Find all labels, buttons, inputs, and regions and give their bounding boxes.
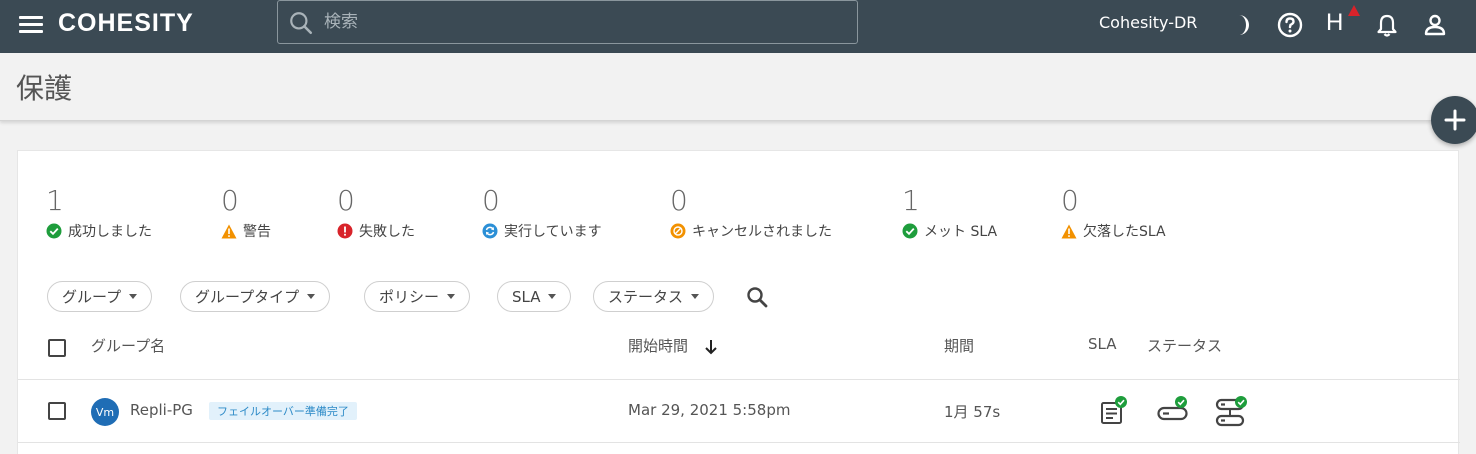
column-header-duration[interactable]: 期間 xyxy=(944,335,974,356)
filter-label: ステータス xyxy=(608,288,684,306)
caret-down-icon xyxy=(129,294,138,299)
failover-ready-badge: フェイルオーバー準備完了 xyxy=(209,402,357,420)
caret-down-icon xyxy=(691,294,700,299)
user-icon[interactable] xyxy=(1421,11,1449,39)
cluster-name[interactable]: Cohesity-DR xyxy=(1099,13,1197,32)
app-logo[interactable]: COHESITY xyxy=(58,9,194,38)
filter-status[interactable]: ステータス xyxy=(593,281,715,312)
cancelled-icon xyxy=(670,223,686,239)
top-bar: COHESITY Cohesity-DR H xyxy=(0,0,1476,53)
duration-cell: 1月 57s xyxy=(944,403,1001,421)
alert-icon xyxy=(1348,5,1360,16)
stat-warning[interactable]: 0 警告 xyxy=(221,184,271,241)
stat-missed-sla[interactable]: 0 欠落したSLA xyxy=(1061,184,1166,241)
sort-descending-icon[interactable] xyxy=(704,339,718,355)
stat-value: 1 xyxy=(46,184,64,217)
row-checkbox[interactable] xyxy=(48,402,66,420)
table-row[interactable]: Vm Repli-PG フェイルオーバー準備完了 Mar 29, 2021 5:… xyxy=(18,380,1460,443)
success-check-icon xyxy=(902,223,918,239)
stat-value: 0 xyxy=(670,184,688,217)
help-icon[interactable] xyxy=(1276,11,1304,39)
stat-value: 0 xyxy=(221,184,239,217)
filter-label: グループタイプ xyxy=(195,288,300,306)
success-check-icon xyxy=(46,223,62,239)
protection-groups-card: 1 成功しました 0 警告 0 失敗した 0 実行しています 0 キャンセルされ… xyxy=(17,150,1460,454)
stat-succeeded[interactable]: 1 成功しました xyxy=(46,184,152,241)
search-icon[interactable] xyxy=(745,285,769,309)
start-time-cell: Mar 29, 2021 5:58pm xyxy=(628,401,791,419)
stat-value: 0 xyxy=(337,184,355,217)
column-header-sla[interactable]: SLA xyxy=(1088,335,1116,353)
stat-value: 0 xyxy=(482,184,500,217)
select-all-checkbox[interactable] xyxy=(48,339,66,357)
sla-met-icon[interactable] xyxy=(1100,396,1130,426)
column-header-status[interactable]: ステータス xyxy=(1147,335,1222,356)
warning-icon xyxy=(1061,224,1077,238)
filter-group-type[interactable]: グループタイプ xyxy=(180,281,331,312)
helios-button[interactable]: H xyxy=(1326,9,1343,37)
filter-label: SLA xyxy=(512,287,541,306)
stat-label: 実行しています xyxy=(504,224,602,240)
stat-met-sla[interactable]: 1 メット SLA xyxy=(902,184,997,241)
backup-status-icon[interactable] xyxy=(1157,396,1191,426)
stat-value: 1 xyxy=(902,184,920,217)
table-header: グループ名 開始時間 期間 SLA ステータス xyxy=(18,326,1460,380)
global-search[interactable] xyxy=(277,0,858,44)
filter-label: ポリシー xyxy=(379,288,440,306)
caret-down-icon xyxy=(307,294,316,299)
warning-icon xyxy=(221,224,237,238)
stat-label: 失敗した xyxy=(359,224,415,240)
stat-label: キャンセルされました xyxy=(692,224,832,240)
replication-status-icon[interactable] xyxy=(1215,396,1249,428)
stat-failed[interactable]: 0 失敗した xyxy=(337,184,415,241)
group-name-link[interactable]: Repli-PG xyxy=(130,401,193,419)
dark-mode-icon[interactable] xyxy=(1228,11,1256,39)
search-icon xyxy=(290,12,313,35)
vm-avatar: Vm xyxy=(91,398,119,426)
running-sync-icon xyxy=(482,223,498,239)
plus-icon xyxy=(1443,108,1467,136)
column-header-start-time[interactable]: 開始時間 xyxy=(628,335,688,356)
column-header-group-name[interactable]: グループ名 xyxy=(91,335,165,356)
search-input[interactable] xyxy=(324,7,844,37)
error-icon xyxy=(337,223,353,239)
caret-down-icon xyxy=(447,294,456,299)
filter-sla[interactable]: SLA xyxy=(497,281,572,312)
stat-running[interactable]: 0 実行しています xyxy=(482,184,602,241)
filter-label: グループ xyxy=(62,288,122,306)
stat-label: 欠落したSLA xyxy=(1083,224,1166,240)
stat-label: 警告 xyxy=(243,224,271,240)
caret-down-icon xyxy=(548,294,557,299)
filter-group[interactable]: グループ xyxy=(47,281,153,312)
add-protection-button[interactable] xyxy=(1431,96,1476,144)
stat-value: 0 xyxy=(1061,184,1079,217)
menu-icon[interactable] xyxy=(19,14,43,34)
stat-cancelled[interactable]: 0 キャンセルされました xyxy=(670,184,832,241)
page-title: 保護 xyxy=(16,72,73,105)
filter-policy[interactable]: ポリシー xyxy=(364,281,471,312)
stat-label: メット SLA xyxy=(924,224,998,240)
page-header: 保護 xyxy=(0,53,1476,121)
stat-label: 成功しました xyxy=(68,224,152,240)
notification-bell-icon[interactable] xyxy=(1373,11,1401,39)
